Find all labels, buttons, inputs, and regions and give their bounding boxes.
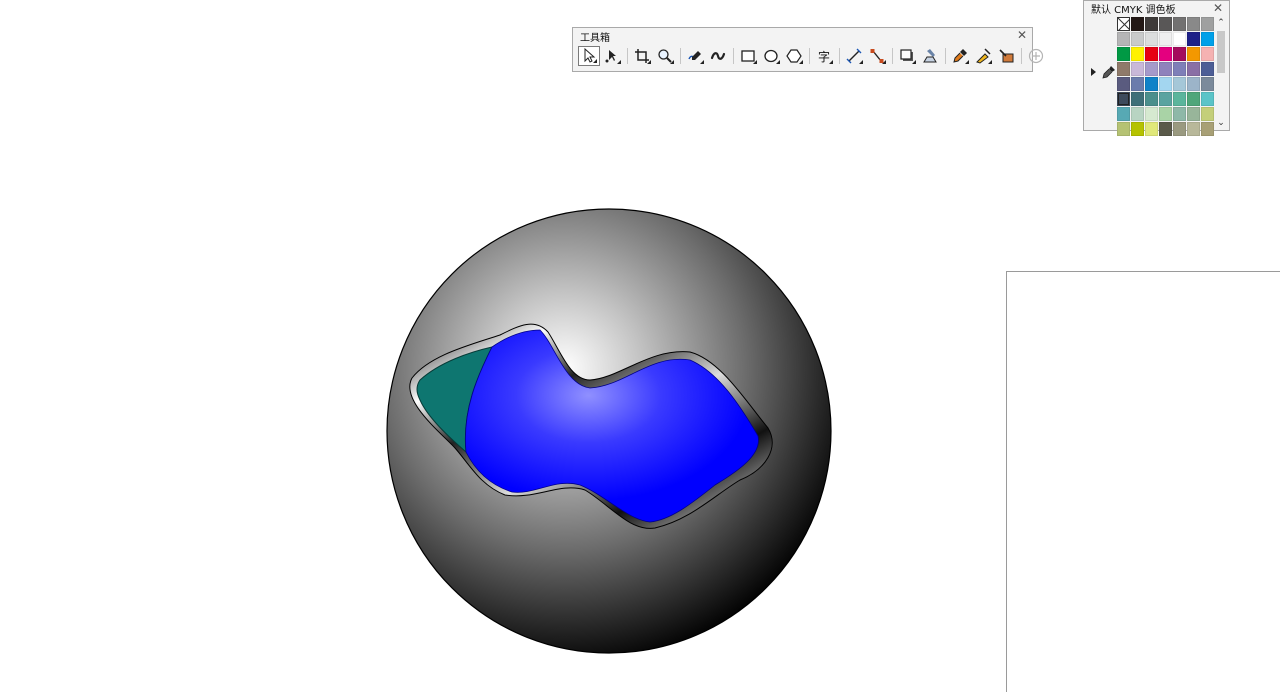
toolbox-tools: 字 <box>578 45 1048 67</box>
color-swatch[interactable] <box>1201 92 1214 106</box>
shape-tool[interactable] <box>601 46 623 66</box>
color-swatch[interactable] <box>1117 32 1130 46</box>
color-swatch[interactable] <box>1173 62 1186 76</box>
color-swatch[interactable] <box>1159 107 1172 121</box>
color-swatch[interactable] <box>1159 32 1172 46</box>
color-swatch[interactable] <box>1173 107 1186 121</box>
color-swatch[interactable] <box>1187 32 1200 46</box>
add-tool[interactable] <box>1025 46 1047 66</box>
dimension-tool[interactable] <box>843 46 865 66</box>
palette-expand-icon[interactable] <box>1091 68 1096 76</box>
drop-shadow-tool[interactable] <box>896 46 918 66</box>
palette-title: 默认 CMYK 调色板 <box>1091 5 1176 16</box>
palette-eyedropper-icon[interactable] <box>1102 65 1116 79</box>
color-swatch[interactable] <box>1117 122 1130 136</box>
toolbox-close-icon[interactable]: ✕ <box>1017 29 1027 41</box>
color-swatch[interactable] <box>1173 122 1186 136</box>
color-swatch[interactable] <box>1159 122 1172 136</box>
color-swatch[interactable] <box>1187 77 1200 91</box>
color-swatch[interactable] <box>1131 62 1144 76</box>
color-swatch[interactable] <box>1187 107 1200 121</box>
color-swatch[interactable] <box>1131 32 1144 46</box>
color-swatch[interactable] <box>1117 92 1130 106</box>
color-swatch[interactable] <box>1173 47 1186 61</box>
color-swatch[interactable] <box>1173 92 1186 106</box>
plus-circle-icon <box>1028 48 1044 64</box>
toolbox-panel: 工具箱 ✕ 字 <box>572 27 1044 72</box>
color-palette-panel: 默认 CMYK 调色板 ✕ ⌃ ⌄ <box>1083 0 1230 136</box>
crop-tool[interactable] <box>631 46 653 66</box>
color-swatch[interactable] <box>1145 32 1158 46</box>
ellipse-tool[interactable] <box>760 46 782 66</box>
interactive-fill-tool[interactable] <box>972 46 994 66</box>
text-tool[interactable]: 字 <box>813 46 835 66</box>
color-swatch[interactable] <box>1173 17 1186 31</box>
no-color-swatch[interactable] <box>1117 17 1130 31</box>
transparency-tool[interactable] <box>919 46 941 66</box>
color-swatch[interactable] <box>1117 77 1130 91</box>
color-swatch[interactable] <box>1201 107 1214 121</box>
color-swatch[interactable] <box>1145 62 1158 76</box>
color-swatch[interactable] <box>1187 92 1200 106</box>
artistic-media-icon <box>710 52 726 60</box>
color-swatch[interactable] <box>1131 92 1144 106</box>
color-swatch[interactable] <box>1173 32 1186 46</box>
color-swatch[interactable] <box>1173 77 1186 91</box>
connector-tool[interactable] <box>866 46 888 66</box>
color-swatch[interactable] <box>1201 47 1214 61</box>
color-swatch[interactable] <box>1145 122 1158 136</box>
palette-scrollbar[interactable]: ⌃ ⌄ <box>1215 17 1227 129</box>
artistic-media-tool[interactable] <box>707 46 729 66</box>
color-swatch[interactable] <box>1159 17 1172 31</box>
color-swatch[interactable] <box>1131 77 1144 91</box>
color-swatch[interactable] <box>1117 47 1130 61</box>
color-swatch[interactable] <box>1201 77 1214 91</box>
smart-fill-icon <box>999 49 1014 63</box>
color-swatch[interactable] <box>1201 17 1214 31</box>
polygon-tool[interactable] <box>783 46 805 66</box>
color-swatch[interactable] <box>1159 62 1172 76</box>
freehand-tool[interactable] <box>684 46 706 66</box>
color-swatch[interactable] <box>1201 62 1214 76</box>
color-swatch[interactable] <box>1145 92 1158 106</box>
toolbox-title: 工具箱 <box>580 33 610 44</box>
color-swatch[interactable] <box>1159 92 1172 106</box>
color-swatch[interactable] <box>1145 17 1158 31</box>
color-swatch[interactable] <box>1201 122 1214 136</box>
color-swatch[interactable] <box>1159 77 1172 91</box>
color-swatch[interactable] <box>1187 47 1200 61</box>
color-swatch[interactable] <box>1145 107 1158 121</box>
pick-tool[interactable] <box>578 46 600 66</box>
color-eyedropper-tool[interactable] <box>949 46 971 66</box>
page-border-frame <box>1006 271 1280 692</box>
rectangle-tool[interactable] <box>737 46 759 66</box>
scroll-down-icon[interactable]: ⌄ <box>1215 117 1227 129</box>
color-swatch[interactable] <box>1131 17 1144 31</box>
smart-fill-tool[interactable] <box>995 46 1017 66</box>
color-swatch[interactable] <box>1131 122 1144 136</box>
palette-close-icon[interactable]: ✕ <box>1213 2 1223 14</box>
scroll-up-icon[interactable]: ⌃ <box>1215 17 1227 29</box>
swatch-grid <box>1117 17 1214 136</box>
zoom-tool[interactable] <box>654 46 676 66</box>
color-swatch[interactable] <box>1187 122 1200 136</box>
color-swatch[interactable] <box>1117 62 1130 76</box>
color-swatch[interactable] <box>1145 47 1158 61</box>
color-swatch[interactable] <box>1131 47 1144 61</box>
color-swatch[interactable] <box>1159 47 1172 61</box>
scroll-thumb[interactable] <box>1217 31 1225 73</box>
color-swatch[interactable] <box>1187 62 1200 76</box>
color-swatch[interactable] <box>1117 107 1130 121</box>
color-swatch[interactable] <box>1145 77 1158 91</box>
color-swatch[interactable] <box>1201 32 1214 46</box>
transparency-icon <box>923 49 937 63</box>
color-swatch[interactable] <box>1187 17 1200 31</box>
color-swatch[interactable] <box>1131 107 1144 121</box>
